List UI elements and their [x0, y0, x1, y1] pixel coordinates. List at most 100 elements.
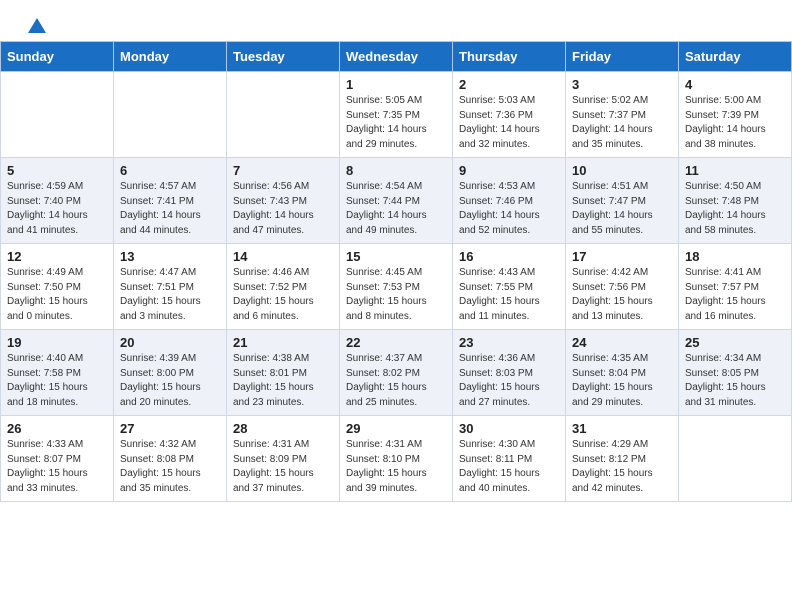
day-info: Sunrise: 4:49 AM Sunset: 7:50 PM Dayligh…: [7, 266, 107, 324]
calendar-cell: 19 Sunrise: 4:40 AM Sunset: 7:58 PM Dayli…: [1, 330, 114, 416]
calendar-week-row: 26 Sunrise: 4:33 AM Sunset: 8:07 PM Dayli…: [1, 416, 792, 502]
calendar-cell: 12Sunrise: 4:49 AM Sunset: 7:50 PM Dayli…: [1, 244, 114, 330]
day-number: 14: [233, 249, 333, 264]
day-info: Sunrise: 4:47 AM Sunset: 7:51 PM Dayligh…: [120, 266, 220, 324]
day-number: 21: [233, 335, 333, 350]
logo: [24, 18, 48, 31]
calendar-cell: 25Sunrise: 4:34 AM Sunset: 8:05 PM Dayli…: [679, 330, 792, 416]
day-info: Sunrise: 4:30 AM Sunset: 8:11 PM Dayligh…: [459, 438, 559, 496]
calendar-cell: [1, 72, 114, 158]
calendar-cell: 3 Sunrise: 5:02 AM Sunset: 7:37 PM Daylig…: [566, 72, 679, 158]
calendar-cell: 13 Sunrise: 4:47 AM Sunset: 7:51 PM Dayli…: [114, 244, 227, 330]
calendar-cell: 18 Sunrise: 4:41 AM Sunset: 7:57 PM Dayli…: [679, 244, 792, 330]
calendar-day-header: Monday: [114, 42, 227, 72]
calendar-week-row: 19 Sunrise: 4:40 AM Sunset: 7:58 PM Dayli…: [1, 330, 792, 416]
day-info: Sunrise: 4:37 AM Sunset: 8:02 PM Dayligh…: [346, 352, 446, 410]
day-number: 11: [685, 163, 785, 178]
calendar-cell: 2 Sunrise: 5:03 AM Sunset: 7:36 PM Daylig…: [453, 72, 566, 158]
day-number: 27: [120, 421, 220, 436]
day-info: Sunrise: 4:40 AM Sunset: 7:58 PM Dayligh…: [7, 352, 107, 410]
day-info: Sunrise: 4:39 AM Sunset: 8:00 PM Dayligh…: [120, 352, 220, 410]
calendar-cell: 26 Sunrise: 4:33 AM Sunset: 8:07 PM Dayli…: [1, 416, 114, 502]
calendar-cell: 10Sunrise: 4:51 AM Sunset: 7:47 PM Dayli…: [566, 158, 679, 244]
day-number: 9: [459, 163, 559, 178]
day-info: Sunrise: 4:51 AM Sunset: 7:47 PM Dayligh…: [572, 180, 672, 238]
calendar-cell: 28 Sunrise: 4:31 AM Sunset: 8:09 PM Dayli…: [227, 416, 340, 502]
day-info: Sunrise: 4:38 AM Sunset: 8:01 PM Dayligh…: [233, 352, 333, 410]
day-info: Sunrise: 4:50 AM Sunset: 7:48 PM Dayligh…: [685, 180, 785, 238]
day-info: Sunrise: 4:32 AM Sunset: 8:08 PM Dayligh…: [120, 438, 220, 496]
calendar-cell: 17Sunrise: 4:42 AM Sunset: 7:56 PM Dayli…: [566, 244, 679, 330]
calendar-cell: 22 Sunrise: 4:37 AM Sunset: 8:02 PM Dayli…: [340, 330, 453, 416]
day-info: Sunrise: 4:41 AM Sunset: 7:57 PM Dayligh…: [685, 266, 785, 324]
day-number: 2: [459, 77, 559, 92]
calendar-cell: 27 Sunrise: 4:32 AM Sunset: 8:08 PM Dayli…: [114, 416, 227, 502]
day-number: 25: [685, 335, 785, 350]
day-number: 29: [346, 421, 446, 436]
day-number: 19: [7, 335, 107, 350]
calendar-day-header: Saturday: [679, 42, 792, 72]
day-number: 31: [572, 421, 672, 436]
calendar-cell: 29Sunrise: 4:31 AM Sunset: 8:10 PM Dayli…: [340, 416, 453, 502]
day-info: Sunrise: 4:54 AM Sunset: 7:44 PM Dayligh…: [346, 180, 446, 238]
calendar-cell: 24 Sunrise: 4:35 AM Sunset: 8:04 PM Dayli…: [566, 330, 679, 416]
day-number: 20: [120, 335, 220, 350]
day-number: 3: [572, 77, 672, 92]
calendar-cell: 1Sunrise: 5:05 AM Sunset: 7:35 PM Daylig…: [340, 72, 453, 158]
logo-triangle-icon: [28, 18, 46, 33]
day-info: Sunrise: 5:02 AM Sunset: 7:37 PM Dayligh…: [572, 94, 672, 152]
calendar-day-header: Tuesday: [227, 42, 340, 72]
day-info: Sunrise: 4:53 AM Sunset: 7:46 PM Dayligh…: [459, 180, 559, 238]
day-number: 1: [346, 77, 446, 92]
calendar-day-header: Sunday: [1, 42, 114, 72]
calendar-cell: 31 Sunrise: 4:29 AM Sunset: 8:12 PM Dayli…: [566, 416, 679, 502]
day-info: Sunrise: 4:42 AM Sunset: 7:56 PM Dayligh…: [572, 266, 672, 324]
day-number: 7: [233, 163, 333, 178]
day-info: Sunrise: 5:03 AM Sunset: 7:36 PM Dayligh…: [459, 94, 559, 152]
calendar-cell: 9 Sunrise: 4:53 AM Sunset: 7:46 PM Daylig…: [453, 158, 566, 244]
day-info: Sunrise: 4:31 AM Sunset: 8:09 PM Dayligh…: [233, 438, 333, 496]
calendar-cell: [679, 416, 792, 502]
calendar-cell: 15Sunrise: 4:45 AM Sunset: 7:53 PM Dayli…: [340, 244, 453, 330]
day-number: 8: [346, 163, 446, 178]
calendar-day-header: Friday: [566, 42, 679, 72]
calendar-cell: 21 Sunrise: 4:38 AM Sunset: 8:01 PM Dayli…: [227, 330, 340, 416]
day-number: 18: [685, 249, 785, 264]
calendar-day-header: Thursday: [453, 42, 566, 72]
day-number: 13: [120, 249, 220, 264]
day-number: 5: [7, 163, 107, 178]
calendar-cell: [114, 72, 227, 158]
calendar-week-row: 1Sunrise: 5:05 AM Sunset: 7:35 PM Daylig…: [1, 72, 792, 158]
day-info: Sunrise: 4:33 AM Sunset: 8:07 PM Dayligh…: [7, 438, 107, 496]
calendar-cell: 7 Sunrise: 4:56 AM Sunset: 7:43 PM Daylig…: [227, 158, 340, 244]
day-info: Sunrise: 4:36 AM Sunset: 8:03 PM Dayligh…: [459, 352, 559, 410]
calendar-week-row: 12Sunrise: 4:49 AM Sunset: 7:50 PM Dayli…: [1, 244, 792, 330]
calendar-cell: 23 Sunrise: 4:36 AM Sunset: 8:03 PM Dayli…: [453, 330, 566, 416]
calendar-cell: [227, 72, 340, 158]
day-info: Sunrise: 4:43 AM Sunset: 7:55 PM Dayligh…: [459, 266, 559, 324]
calendar-cell: 14 Sunrise: 4:46 AM Sunset: 7:52 PM Dayli…: [227, 244, 340, 330]
day-info: Sunrise: 4:45 AM Sunset: 7:53 PM Dayligh…: [346, 266, 446, 324]
calendar-cell: 4 Sunrise: 5:00 AM Sunset: 7:39 PM Daylig…: [679, 72, 792, 158]
day-number: 28: [233, 421, 333, 436]
day-number: 30: [459, 421, 559, 436]
day-number: 16: [459, 249, 559, 264]
day-number: 6: [120, 163, 220, 178]
calendar-cell: 16 Sunrise: 4:43 AM Sunset: 7:55 PM Dayli…: [453, 244, 566, 330]
calendar-week-row: 5Sunrise: 4:59 AM Sunset: 7:40 PM Daylig…: [1, 158, 792, 244]
day-number: 23: [459, 335, 559, 350]
calendar-day-header: Wednesday: [340, 42, 453, 72]
day-number: 24: [572, 335, 672, 350]
day-info: Sunrise: 4:46 AM Sunset: 7:52 PM Dayligh…: [233, 266, 333, 324]
calendar-header-row: SundayMondayTuesdayWednesdayThursdayFrid…: [1, 42, 792, 72]
day-number: 22: [346, 335, 446, 350]
day-info: Sunrise: 5:00 AM Sunset: 7:39 PM Dayligh…: [685, 94, 785, 152]
day-info: Sunrise: 4:29 AM Sunset: 8:12 PM Dayligh…: [572, 438, 672, 496]
page-header: [0, 0, 792, 41]
day-number: 4: [685, 77, 785, 92]
calendar-cell: 11 Sunrise: 4:50 AM Sunset: 7:48 PM Dayli…: [679, 158, 792, 244]
calendar-cell: 30 Sunrise: 4:30 AM Sunset: 8:11 PM Dayli…: [453, 416, 566, 502]
day-info: Sunrise: 4:56 AM Sunset: 7:43 PM Dayligh…: [233, 180, 333, 238]
day-info: Sunrise: 4:35 AM Sunset: 8:04 PM Dayligh…: [572, 352, 672, 410]
day-number: 26: [7, 421, 107, 436]
